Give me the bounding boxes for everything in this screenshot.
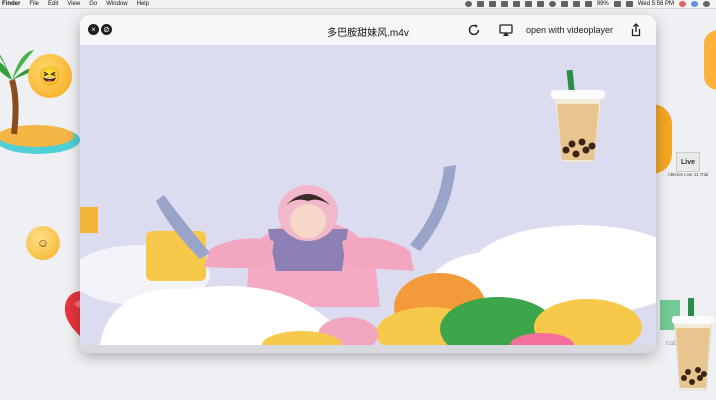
volume-icon[interactable] [560, 1, 568, 7]
menubar: Finder File Edit View Go Window Help 99%… [0, 0, 716, 9]
grid-icon[interactable] [524, 1, 532, 7]
menu-view[interactable]: View [67, 0, 80, 8]
boba-tea-sticker-top [551, 70, 605, 163]
blushing-emoji-sticker: ☺ [26, 226, 60, 260]
window-titlebar[interactable]: × ⊘ 多巴胺甜妹风.m4v open with videoplayer [80, 15, 656, 45]
boba-tea-sticker [672, 298, 714, 391]
cloud-icon[interactable] [488, 1, 496, 7]
video-bottom-bar [80, 345, 656, 353]
video-player-window[interactable]: × ⊘ 多巴胺甜妹风.m4v open with videoplayer [80, 15, 656, 353]
laughing-emoji-sticker: 😆 [28, 54, 72, 98]
open-with-videoplayer-button[interactable]: open with videoplayer [526, 25, 613, 35]
menu-finder[interactable]: Finder [2, 0, 20, 8]
airplay-icon[interactable] [498, 22, 514, 38]
close-button[interactable]: × [88, 24, 99, 35]
ableton-live-icon[interactable]: Live [676, 152, 700, 172]
siri-icon[interactable] [691, 1, 698, 7]
menubar-left: Finder File Edit View Go Window Help [0, 0, 149, 8]
wifi-icon[interactable] [584, 1, 592, 7]
notification-icon[interactable] [679, 1, 686, 7]
battery-status-icon[interactable] [536, 1, 544, 7]
bluetooth-icon[interactable] [572, 1, 580, 7]
minimize-button[interactable]: ⊘ [101, 24, 112, 35]
menu-edit[interactable]: Edit [48, 0, 58, 8]
battery-icon[interactable] [613, 1, 621, 7]
spotlight-icon[interactable] [548, 1, 556, 7]
battery-percent[interactable]: 99% [597, 0, 609, 8]
screen-icon[interactable] [512, 1, 520, 7]
share-icon[interactable] [628, 22, 644, 38]
menu-window[interactable]: Window [106, 0, 127, 8]
control-center-icon[interactable] [703, 1, 710, 7]
menu-help[interactable]: Help [137, 0, 149, 8]
clock[interactable]: Wed 5:56 PM [638, 0, 674, 8]
reload-icon[interactable] [466, 22, 482, 38]
status-dot-icon[interactable] [464, 1, 472, 7]
menu-file[interactable]: File [29, 0, 39, 8]
keyboard-icon[interactable] [625, 1, 633, 7]
orange-slice-sticker [704, 30, 716, 90]
ableton-live-label[interactable]: Ableton Live 11 Trial [666, 172, 710, 178]
menu-go[interactable]: Go [89, 0, 97, 8]
menubar-right: 99% Wed 5:56 PM [464, 0, 716, 8]
wechat-icon[interactable] [476, 1, 484, 7]
monitor-icon[interactable] [500, 1, 508, 7]
